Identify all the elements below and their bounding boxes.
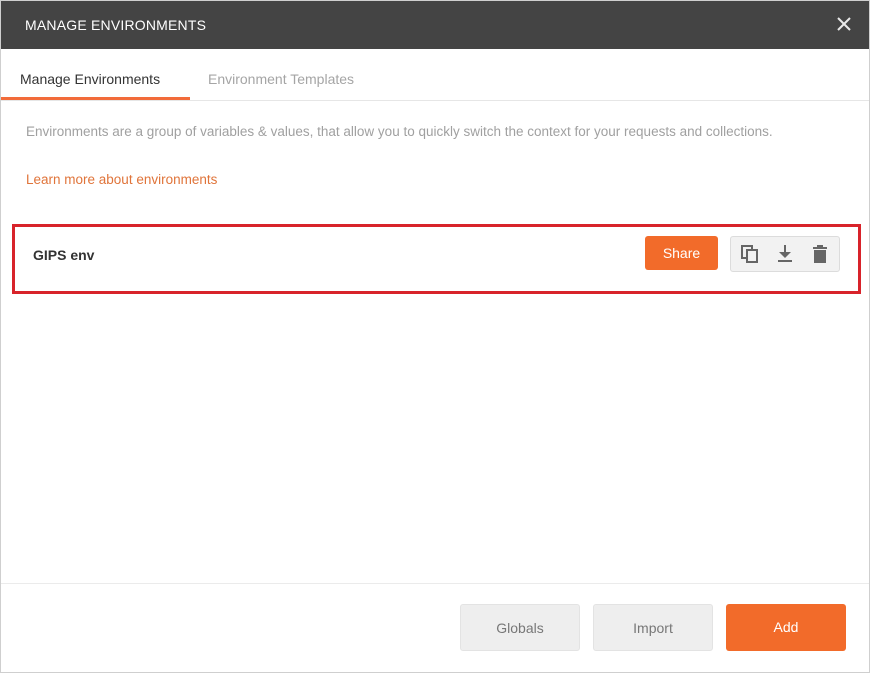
environment-name[interactable]: GIPS env xyxy=(33,247,94,263)
duplicate-icon[interactable] xyxy=(739,243,761,265)
share-button[interactable]: Share xyxy=(645,236,718,270)
manage-environments-modal: MANAGE ENVIRONMENTS Manage Environments … xyxy=(0,0,870,673)
tab-environment-templates[interactable]: Environment Templates xyxy=(208,49,354,100)
modal-header: MANAGE ENVIRONMENTS xyxy=(1,1,869,49)
environment-actions xyxy=(730,236,840,272)
learn-more-link[interactable]: Learn more about environments xyxy=(26,172,217,187)
description-text: Environments are a group of variables & … xyxy=(26,124,773,139)
tab-bar: Manage Environments Environment Template… xyxy=(1,49,869,101)
add-button[interactable]: Add xyxy=(726,604,846,651)
tab-manage-environments[interactable]: Manage Environments xyxy=(1,49,190,100)
globals-button[interactable]: Globals xyxy=(460,604,580,651)
delete-icon[interactable] xyxy=(809,243,831,265)
close-icon[interactable] xyxy=(833,13,855,35)
modal-title: MANAGE ENVIRONMENTS xyxy=(25,17,207,33)
download-icon[interactable] xyxy=(774,243,796,265)
import-button[interactable]: Import xyxy=(593,604,713,651)
environment-row[interactable]: GIPS env Share xyxy=(12,224,861,294)
footer-divider xyxy=(1,583,869,584)
